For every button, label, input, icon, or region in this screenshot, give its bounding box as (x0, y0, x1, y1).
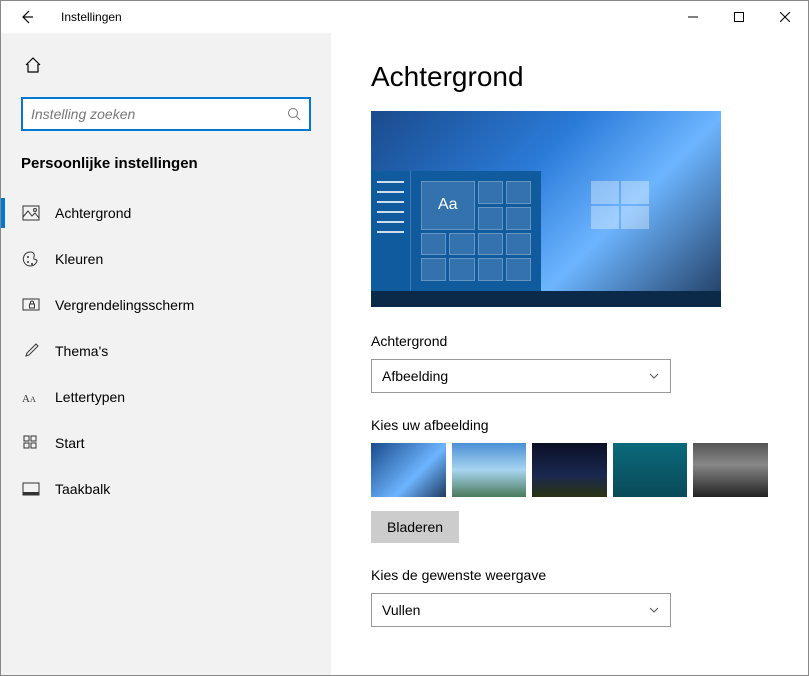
search-icon (287, 107, 301, 121)
taskbar-icon (21, 479, 41, 499)
thumbnail-1[interactable] (371, 443, 446, 497)
palette-icon (21, 249, 41, 269)
sidebar-item-themes[interactable]: Thema's (1, 328, 331, 374)
chevron-down-icon (648, 604, 660, 616)
sidebar-item-fonts[interactable]: AA Lettertypen (1, 374, 331, 420)
picture-icon (21, 203, 41, 223)
font-icon: AA (21, 387, 41, 407)
search-input[interactable] (31, 106, 287, 122)
sidebar-item-start[interactable]: Start (1, 420, 331, 466)
minimize-button[interactable] (670, 1, 716, 33)
sidebar-item-label: Kleuren (55, 251, 103, 267)
svg-text:A: A (22, 393, 30, 405)
window-title: Instellingen (61, 10, 122, 24)
page-title: Achtergrond (371, 61, 768, 93)
start-grid-icon (21, 433, 41, 453)
thumbnail-3[interactable] (532, 443, 607, 497)
dropdown-value: Vullen (382, 602, 420, 618)
sidebar-item-label: Lettertypen (55, 389, 125, 405)
settings-window: Instellingen Persoonlijke (0, 0, 809, 676)
fit-dropdown-label: Kies de gewenste weergave (371, 567, 768, 583)
back-button[interactable] (7, 1, 47, 33)
maximize-button[interactable] (716, 1, 762, 33)
sidebar-item-colors[interactable]: Kleuren (1, 236, 331, 282)
background-type-dropdown[interactable]: Afbeelding (371, 359, 671, 393)
chevron-down-icon (648, 370, 660, 382)
image-thumbnails (371, 443, 768, 497)
windows-logo-icon (591, 181, 651, 231)
content-panel: Achtergrond Aa (331, 33, 808, 675)
sidebar-item-label: Start (55, 435, 85, 451)
thumbnail-5[interactable] (693, 443, 768, 497)
home-button[interactable] (13, 45, 53, 85)
choose-image-label: Kies uw afbeelding (371, 417, 768, 433)
close-button[interactable] (762, 1, 808, 33)
sidebar: Persoonlijke instellingen Achtergrond Kl… (1, 33, 331, 675)
desktop-preview: Aa (371, 111, 721, 307)
sidebar-item-label: Vergrendelingsscherm (55, 297, 194, 313)
sidebar-item-background[interactable]: Achtergrond (1, 190, 331, 236)
browse-button[interactable]: Bladeren (371, 511, 459, 543)
preview-sample-text: Aa (421, 181, 475, 230)
sidebar-section-title: Persoonlijke instellingen (21, 155, 311, 172)
search-box[interactable] (21, 97, 311, 131)
sidebar-item-label: Thema's (55, 343, 108, 359)
fit-dropdown[interactable]: Vullen (371, 593, 671, 627)
thumbnail-4[interactable] (613, 443, 688, 497)
thumbnail-2[interactable] (452, 443, 527, 497)
titlebar: Instellingen (1, 1, 808, 33)
lock-screen-icon (21, 295, 41, 315)
sidebar-item-lockscreen[interactable]: Vergrendelingsscherm (1, 282, 331, 328)
sidebar-item-label: Taakbalk (55, 481, 110, 497)
brush-icon (21, 341, 41, 361)
dropdown-value: Afbeelding (382, 368, 448, 384)
svg-text:A: A (30, 395, 36, 404)
sidebar-item-taskbar[interactable]: Taakbalk (1, 466, 331, 512)
background-dropdown-label: Achtergrond (371, 333, 768, 349)
preview-start-panel: Aa (371, 171, 541, 291)
sidebar-nav: Achtergrond Kleuren Vergrendelingsscherm (1, 190, 331, 512)
sidebar-item-label: Achtergrond (55, 205, 131, 221)
